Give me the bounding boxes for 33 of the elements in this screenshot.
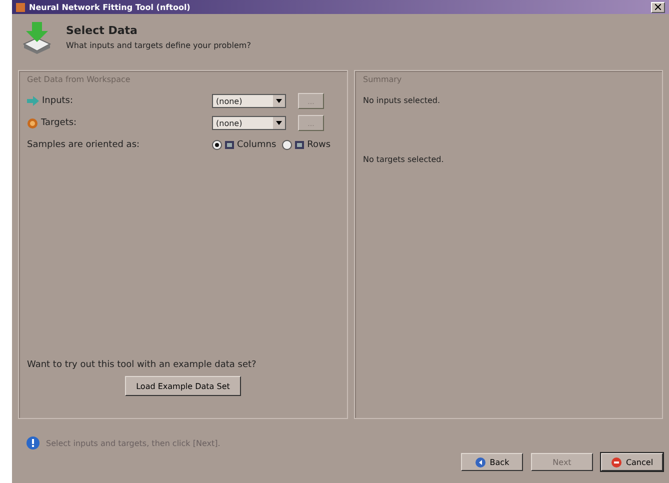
matrix-icon xyxy=(225,141,234,149)
caret-icon xyxy=(276,121,282,125)
radio-button[interactable] xyxy=(282,140,292,150)
summary-text: No targets selected. xyxy=(363,155,445,164)
window-title: Neural Network Fitting Tool (nftool) xyxy=(29,2,190,12)
dropdown[interactable]: (none) xyxy=(212,94,286,108)
status-message: Select inputs and targets, then click [Next]. xyxy=(46,438,220,448)
data-stack-icon xyxy=(22,20,52,54)
close-icon xyxy=(655,4,661,10)
close-button[interactable] xyxy=(651,2,665,12)
orientation-label: Samples are oriented as: xyxy=(27,140,141,150)
dropdown[interactable]: (none) xyxy=(212,116,286,130)
radio-button[interactable] xyxy=(212,140,222,150)
target-icon xyxy=(27,118,38,128)
load-example-button[interactable]: Load Example Data Set xyxy=(125,376,241,396)
radio-label: Rows xyxy=(307,140,331,150)
info-icon xyxy=(26,436,40,450)
arrow-icon xyxy=(27,96,39,106)
app-icon xyxy=(16,2,25,12)
summary-text: No inputs selected. xyxy=(363,96,442,105)
example-prompt: Want to try out this tool with an example data set? xyxy=(27,360,258,370)
page-title: Select Data xyxy=(66,24,138,37)
caret-icon xyxy=(276,99,282,103)
panel-title: Summary xyxy=(363,75,403,84)
page-subtitle: What inputs and targets define your problem? xyxy=(66,41,251,50)
cancel-button[interactable]: Cancel xyxy=(601,453,663,471)
cancel-icon xyxy=(610,456,622,468)
radio-label: Columns xyxy=(237,140,276,150)
panel-title: Get Data from Workspace xyxy=(27,75,132,84)
field-label: Targets: xyxy=(41,118,77,128)
back-button[interactable]: Back xyxy=(461,453,523,471)
matrix-icon xyxy=(295,141,304,149)
field-label: Inputs: xyxy=(42,96,74,106)
